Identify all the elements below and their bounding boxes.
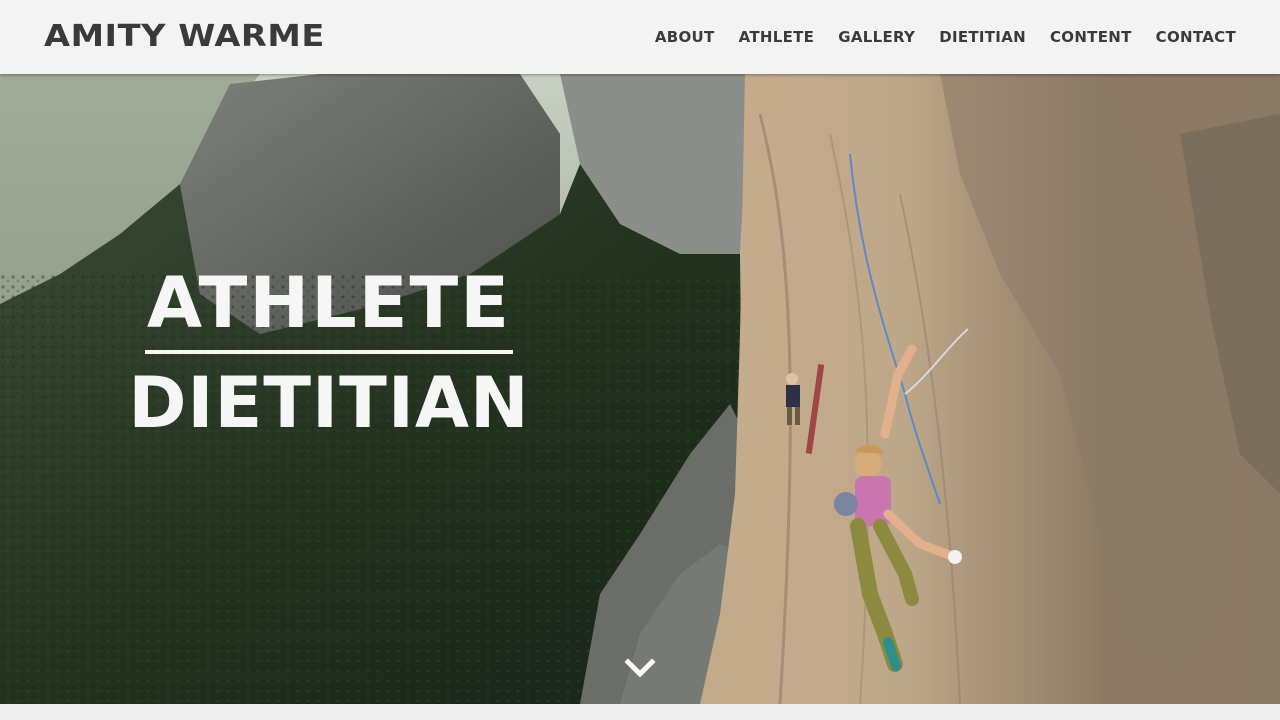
nav-about[interactable]: ABOUT [655, 28, 715, 46]
main-nav: ABOUT ATHLETE GALLERY DIETITIAN CONTENT … [655, 28, 1236, 46]
site-header: AMITY WARME ABOUT ATHLETE GALLERY DIETIT… [0, 0, 1280, 74]
nav-content[interactable]: CONTENT [1050, 28, 1132, 46]
chevron-down-icon[interactable] [624, 656, 656, 680]
hero-section: ATHLETE DIETITIAN [0, 74, 1280, 704]
hero-title: ATHLETE DIETITIAN [128, 264, 530, 442]
nav-contact[interactable]: CONTACT [1156, 28, 1236, 46]
hero-title-dietitian: DIETITIAN [128, 362, 530, 444]
brand-logo[interactable]: AMITY WARME [44, 19, 325, 54]
hero-title-athlete: ATHLETE [146, 262, 512, 344]
nav-gallery[interactable]: GALLERY [838, 28, 915, 46]
hero-divider [145, 350, 513, 354]
nav-athlete[interactable]: ATHLETE [739, 28, 815, 46]
nav-dietitian[interactable]: DIETITIAN [939, 28, 1026, 46]
